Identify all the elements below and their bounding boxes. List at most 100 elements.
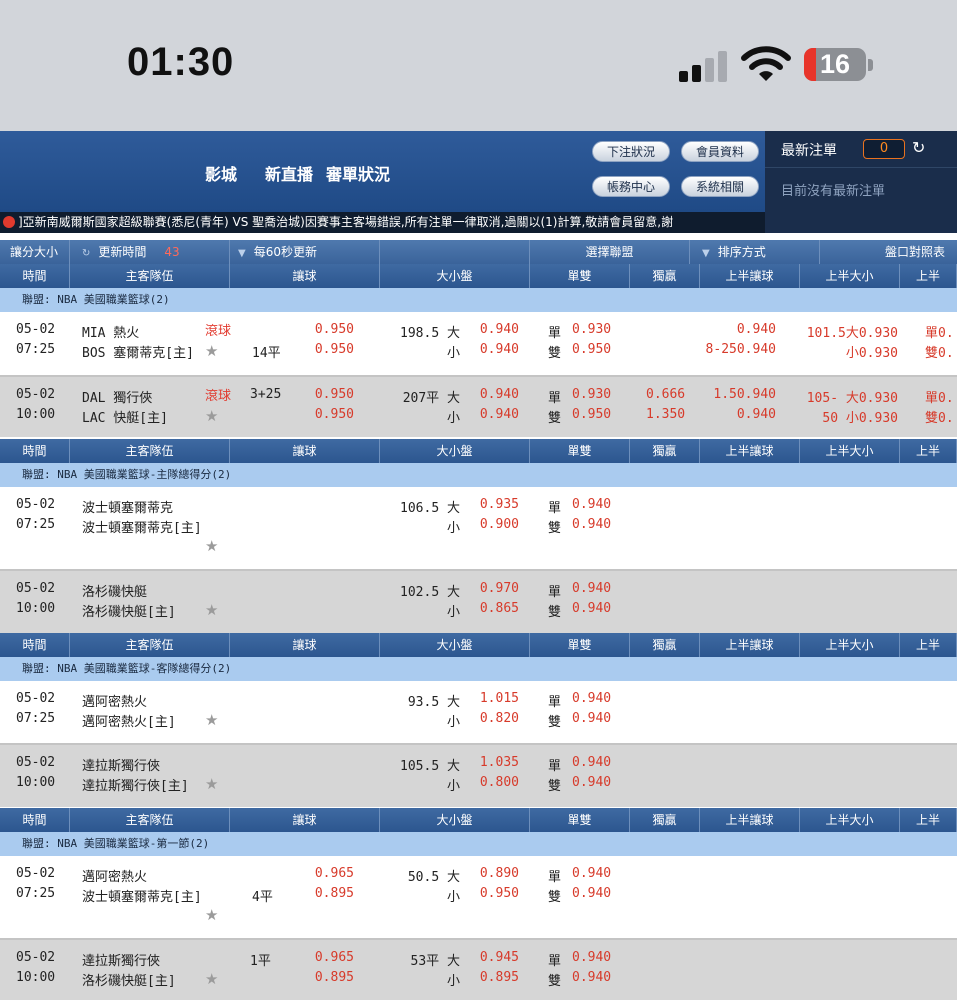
handicap-odds[interactable]: 0.950 bbox=[274, 407, 354, 422]
column-header-row: 時間 主客隊伍 讓球 大小盤 單雙 獨贏 上半讓球 上半大小 上半 bbox=[0, 808, 957, 832]
odd-odds[interactable]: 0.940 bbox=[572, 866, 611, 881]
first-half-handicap[interactable]: 0.940 bbox=[696, 322, 776, 337]
even-odds[interactable]: 0.940 bbox=[572, 970, 611, 985]
battery-icon: 16 bbox=[804, 48, 866, 81]
moneyline-odds[interactable]: 0.666 bbox=[646, 387, 685, 402]
under-odds[interactable]: 0.940 bbox=[439, 407, 519, 422]
refresh-icon[interactable]: ↻ bbox=[82, 248, 90, 259]
favorite-star-icon[interactable]: ★ bbox=[205, 970, 218, 988]
col-1h-odd-even: 上半 bbox=[900, 264, 957, 288]
over-odds[interactable]: 0.935 bbox=[439, 497, 519, 512]
first-half-odd-even[interactable]: 雙0. bbox=[925, 407, 954, 426]
sort-select[interactable]: ▼ 排序方式 bbox=[690, 240, 820, 264]
even-label: 雙 bbox=[548, 890, 562, 905]
favorite-star-icon[interactable]: ★ bbox=[205, 342, 218, 360]
first-half-over-under[interactable]: 50 小0.930 bbox=[780, 407, 898, 426]
favorite-star-icon[interactable]: ★ bbox=[205, 775, 218, 793]
under-odds[interactable]: 0.800 bbox=[439, 775, 519, 790]
update-time-control[interactable]: ↻ 更新時間 43 bbox=[70, 240, 230, 264]
under-odds[interactable]: 0.940 bbox=[439, 342, 519, 357]
over-odds[interactable]: 0.940 bbox=[439, 387, 519, 402]
odd-odds[interactable]: 0.940 bbox=[572, 691, 611, 706]
member-info-button[interactable]: 會員資料 bbox=[681, 141, 759, 162]
col-moneyline: 獨贏 bbox=[630, 264, 700, 288]
first-half-odd-even[interactable]: 單0. bbox=[925, 387, 954, 406]
first-half-odd-even[interactable]: 雙0. bbox=[925, 342, 954, 361]
column-header-row: 時間 主客隊伍 讓球 大小盤 單雙 獨贏 上半讓球 上半大小 上半 bbox=[0, 633, 957, 657]
live-badge[interactable]: 滾球 bbox=[205, 320, 231, 339]
game-date: 05-02 bbox=[16, 581, 56, 596]
handicap-odds[interactable]: 0.950 bbox=[274, 387, 354, 402]
first-half-handicap[interactable]: 1.50.940 bbox=[696, 387, 776, 402]
nav-review-status[interactable]: 審單狀況 bbox=[326, 161, 390, 185]
account-center-button[interactable]: 帳務中心 bbox=[592, 176, 670, 197]
odd-odds[interactable]: 0.940 bbox=[572, 950, 611, 965]
favorite-star-icon[interactable]: ★ bbox=[205, 906, 218, 924]
first-half-over-under[interactable]: 小0.930 bbox=[780, 342, 898, 361]
col-time: 時間 bbox=[0, 264, 70, 288]
odd-odds[interactable]: 0.940 bbox=[572, 497, 611, 512]
over-odds[interactable]: 0.970 bbox=[439, 581, 519, 596]
even-odds[interactable]: 0.940 bbox=[572, 775, 611, 790]
under-odds[interactable]: 0.895 bbox=[439, 970, 519, 985]
announcement-marquee[interactable]: ]亞新南威爾斯國家超級聯賽(悉尼(青年) VS 聖喬治城)因賽事主客場錯誤,所有… bbox=[0, 212, 765, 233]
even-odds[interactable]: 0.940 bbox=[572, 886, 611, 901]
first-half-handicap[interactable]: 8-250.940 bbox=[696, 342, 776, 357]
over-odds[interactable]: 0.940 bbox=[439, 322, 519, 337]
handicap-line: 4平 bbox=[252, 890, 273, 905]
first-half-over-under[interactable]: 105- 大0.930 bbox=[780, 387, 898, 406]
over-odds[interactable]: 1.015 bbox=[439, 691, 519, 706]
home-team: 洛杉磯快艇[主] bbox=[82, 974, 176, 989]
over-odds[interactable]: 1.035 bbox=[439, 755, 519, 770]
over-odds[interactable]: 0.890 bbox=[439, 866, 519, 881]
under-odds[interactable]: 0.950 bbox=[439, 886, 519, 901]
favorite-star-icon[interactable]: ★ bbox=[205, 537, 218, 555]
handicap-odds[interactable]: 0.965 bbox=[274, 950, 354, 965]
handicap-odds[interactable]: 0.895 bbox=[274, 970, 354, 985]
handicap-odds[interactable]: 0.950 bbox=[274, 342, 354, 357]
col-over-under: 大小盤 bbox=[380, 264, 530, 288]
odd-label: 單 bbox=[548, 391, 562, 406]
under-odds[interactable]: 0.900 bbox=[439, 517, 519, 532]
first-half-odd-even[interactable]: 單0. bbox=[925, 322, 954, 341]
odd-odds[interactable]: 0.940 bbox=[572, 755, 611, 770]
under-odds[interactable]: 0.820 bbox=[439, 711, 519, 726]
col-1h-odd-even: 上半 bbox=[900, 439, 957, 463]
moneyline-odds[interactable]: 1.350 bbox=[646, 407, 685, 422]
even-odds[interactable]: 0.940 bbox=[572, 601, 611, 616]
odd-odds[interactable]: 0.940 bbox=[572, 581, 611, 596]
select-league-button[interactable]: 選擇聯盟 bbox=[530, 240, 690, 264]
under-odds[interactable]: 0.865 bbox=[439, 601, 519, 616]
even-odds[interactable]: 0.940 bbox=[572, 711, 611, 726]
bet-status-button[interactable]: 下注狀況 bbox=[592, 141, 670, 162]
auto-update-select[interactable]: ▼ 每60秒更新 bbox=[230, 240, 380, 264]
game-time: 07:25 bbox=[16, 342, 56, 357]
over-odds[interactable]: 0.945 bbox=[439, 950, 519, 965]
even-label: 雙 bbox=[548, 605, 562, 620]
odds-type-select[interactable]: 讓分大小 bbox=[0, 240, 70, 264]
handicap-odds[interactable]: 0.895 bbox=[274, 886, 354, 901]
col-odd-even: 單雙 bbox=[530, 439, 630, 463]
nav-live[interactable]: 新直播 bbox=[265, 161, 313, 185]
refresh-icon[interactable]: ↻ bbox=[912, 138, 925, 157]
game-time: 10:00 bbox=[16, 775, 56, 790]
favorite-star-icon[interactable]: ★ bbox=[205, 407, 218, 425]
handicap-odds[interactable]: 0.965 bbox=[274, 866, 354, 881]
even-odds[interactable]: 0.950 bbox=[572, 342, 611, 357]
col-1h-handicap: 上半讓球 bbox=[700, 808, 800, 832]
even-odds[interactable]: 0.950 bbox=[572, 407, 611, 422]
even-odds[interactable]: 0.940 bbox=[572, 517, 611, 532]
live-badge[interactable]: 滾球 bbox=[205, 385, 231, 404]
system-button[interactable]: 系統相關 bbox=[681, 176, 759, 197]
odds-table-button[interactable]: 盤口對照表 bbox=[820, 240, 957, 264]
league-title: 聯盟: NBA 美國職業籃球-客隊總得分(2) bbox=[0, 657, 957, 681]
odd-odds[interactable]: 0.930 bbox=[572, 322, 611, 337]
favorite-star-icon[interactable]: ★ bbox=[205, 601, 218, 619]
handicap-odds[interactable]: 0.950 bbox=[274, 322, 354, 337]
first-half-over-under[interactable]: 101.5大0.930 bbox=[780, 322, 898, 341]
column-header-row: 時間 主客隊伍 讓球 大小盤 單雙 獨贏 上半讓球 上半大小 上半 bbox=[0, 264, 957, 288]
odd-odds[interactable]: 0.930 bbox=[572, 387, 611, 402]
nav-cinema[interactable]: 影城 bbox=[205, 161, 237, 185]
favorite-star-icon[interactable]: ★ bbox=[205, 711, 218, 729]
first-half-handicap[interactable]: 0.940 bbox=[696, 407, 776, 422]
